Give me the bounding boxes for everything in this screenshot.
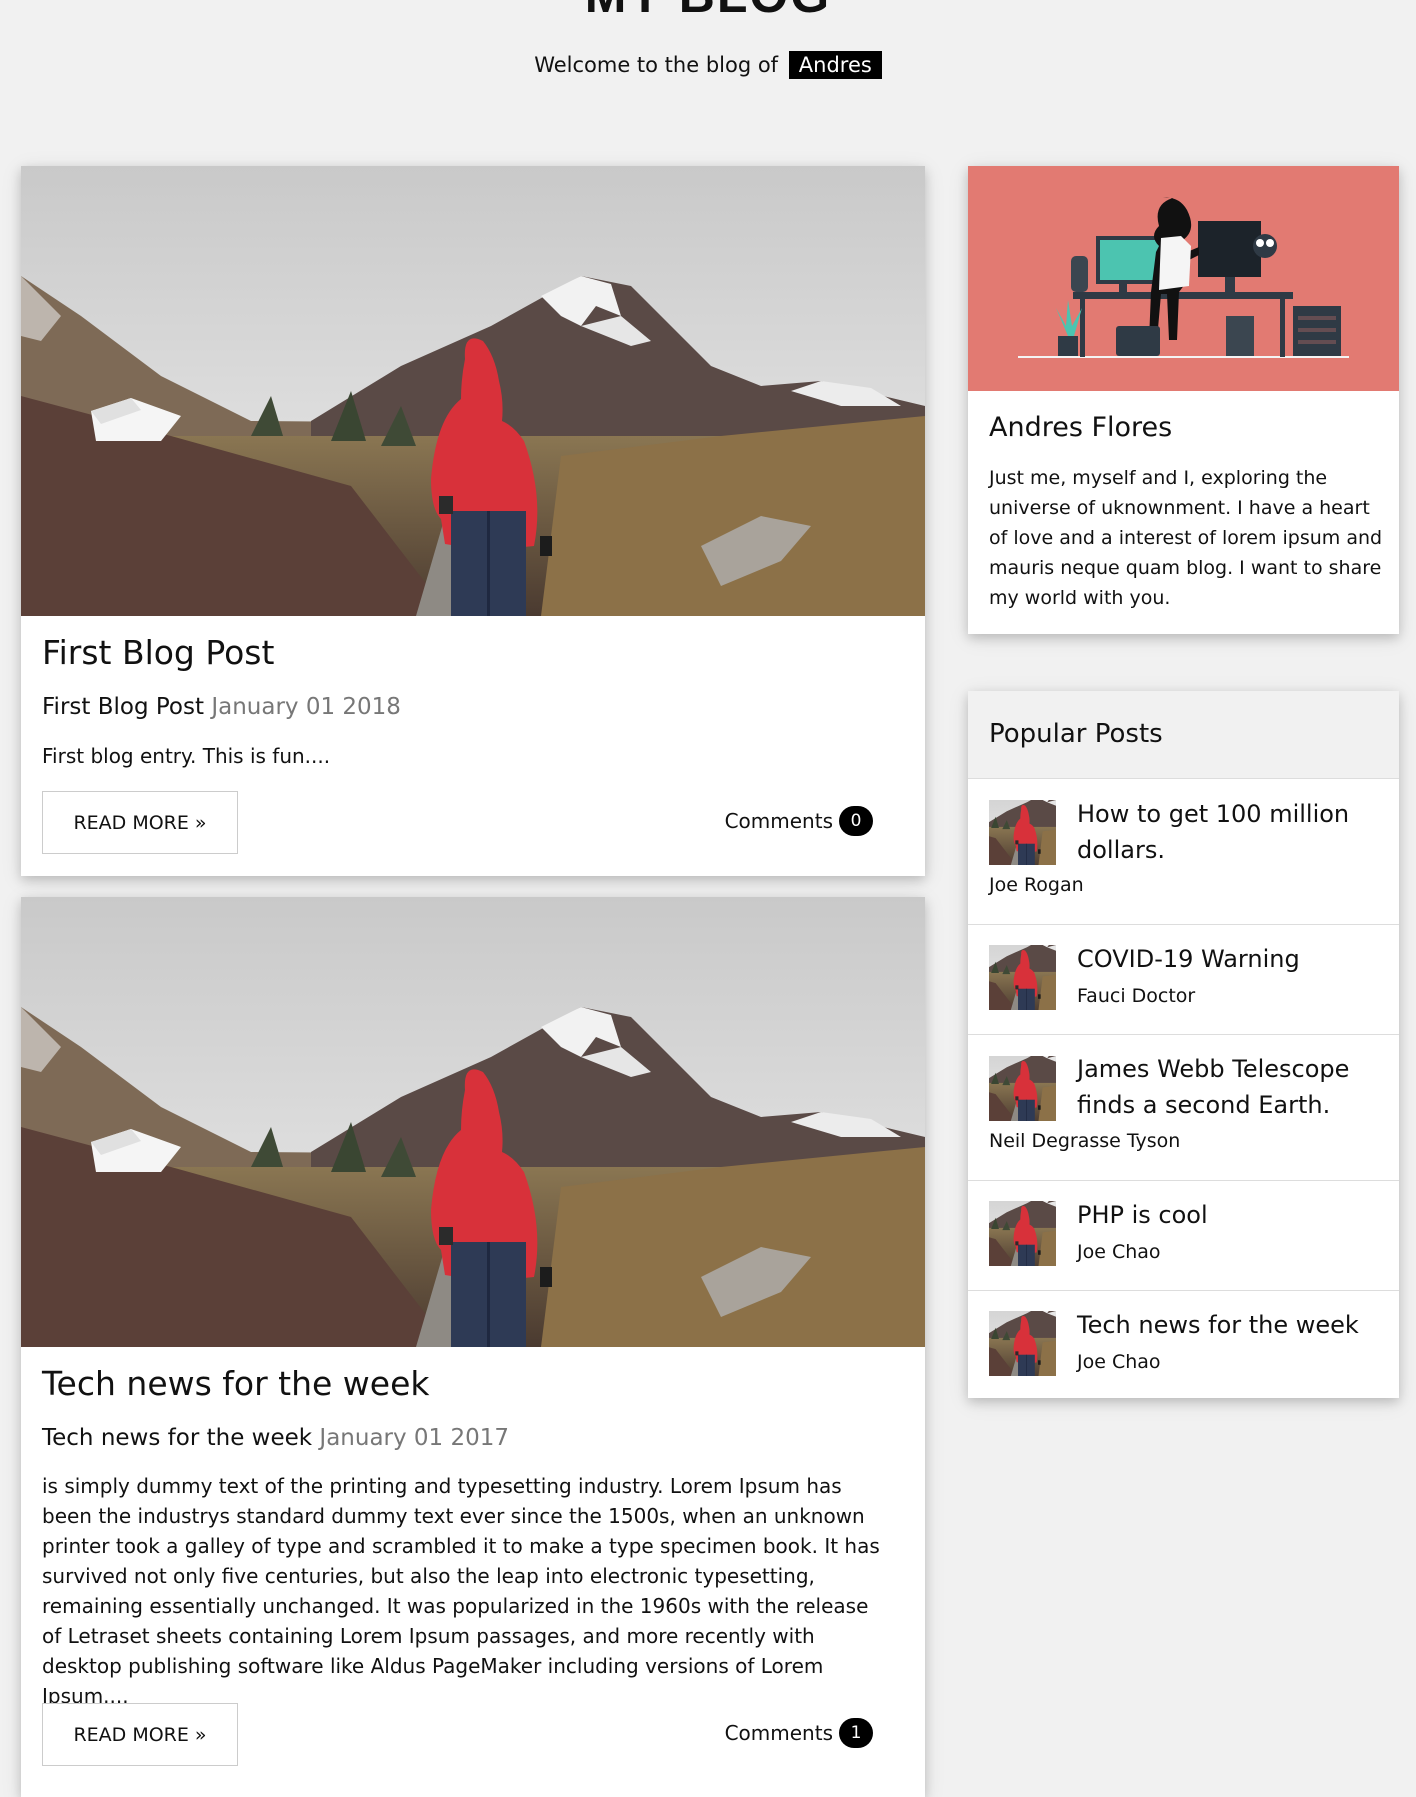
comments-link[interactable]: Comments 0 — [725, 806, 873, 836]
read-more-button[interactable]: READ MORE » — [42, 1703, 238, 1766]
welcome-text: Welcome to the blog of — [534, 53, 779, 77]
popular-post-title: James Webb Telescope finds a second Eart… — [1077, 1055, 1350, 1119]
popular-post-item[interactable]: Tech news for the week Joe Chao — [968, 1290, 1399, 1398]
post-subtitle: Tech news for the week January 01 2017 — [42, 1425, 509, 1451]
popular-post-thumbnail — [989, 945, 1056, 1010]
popular-post-title: PHP is cool — [1077, 1201, 1208, 1229]
post-subtitle-text: First Blog Post — [42, 694, 204, 720]
popular-post-item[interactable]: COVID-19 Warning Fauci Doctor — [968, 924, 1399, 1034]
popular-post-thumbnail — [989, 1056, 1056, 1121]
popular-post-author: Fauci Doctor — [1077, 985, 1196, 1007]
post-subtitle-text: Tech news for the week — [42, 1425, 313, 1451]
popular-post-item[interactable]: How to get 100 million dollars. Joe Roga… — [968, 778, 1399, 924]
popular-post-author: Neil Degrasse Tyson — [989, 1130, 1181, 1152]
page-title: MY BLOG — [0, 0, 1416, 24]
popular-posts-title: Popular Posts — [968, 691, 1399, 778]
comments-link[interactable]: Comments 1 — [725, 1718, 873, 1748]
post-heading: Tech news for the week — [42, 1364, 430, 1403]
post-excerpt: First blog entry. This is fun.... — [42, 744, 331, 768]
popular-post-thumbnail — [989, 800, 1056, 865]
post-date: January 01 2017 — [319, 1425, 510, 1451]
popular-post-author: Joe Chao — [1077, 1351, 1161, 1373]
popular-post-title: How to get 100 million dollars. — [1077, 800, 1350, 864]
owner-name-tag: Andres — [788, 51, 882, 79]
popular-post-title: Tech news for the week — [1077, 1311, 1359, 1339]
popular-post-item[interactable]: PHP is cool Joe Chao — [968, 1180, 1399, 1290]
welcome-line: Welcome to the blog of Andres — [0, 51, 1416, 79]
comments-count-badge: 1 — [839, 1718, 873, 1748]
popular-post-author: Joe Rogan — [989, 874, 1084, 896]
about-card: Andres Flores Just me, myself and I, exp… — [968, 166, 1399, 634]
comments-count-badge: 0 — [839, 806, 873, 836]
popular-posts-card: Popular Posts How to get 100 million dol… — [968, 691, 1399, 1398]
blog-post-card: First Blog Post First Blog Post January … — [21, 166, 925, 876]
popular-post-thumbnail — [989, 1311, 1056, 1376]
comments-label: Comments — [724, 809, 833, 833]
post-excerpt: is simply dummy text of the printing and… — [42, 1474, 880, 1708]
about-name: Andres Flores — [989, 412, 1173, 443]
popular-post-thumbnail — [989, 1201, 1056, 1266]
post-date: January 01 2018 — [211, 694, 401, 720]
post-image — [21, 897, 925, 1347]
about-illustration — [968, 166, 1399, 391]
read-more-button[interactable]: READ MORE » — [42, 791, 238, 854]
post-subtitle: First Blog Post January 01 2018 — [42, 694, 401, 720]
blog-post-card: Tech news for the week Tech news for the… — [21, 897, 925, 1797]
about-bio: Just me, myself and I, exploring the uni… — [989, 467, 1383, 609]
post-heading: First Blog Post — [42, 633, 275, 672]
comments-label: Comments — [724, 1721, 833, 1745]
popular-post-item[interactable]: James Webb Telescope finds a second Eart… — [968, 1034, 1399, 1180]
post-image — [21, 166, 925, 616]
popular-post-title: COVID-19 Warning — [1077, 945, 1300, 973]
popular-post-author: Joe Chao — [1077, 1241, 1161, 1263]
